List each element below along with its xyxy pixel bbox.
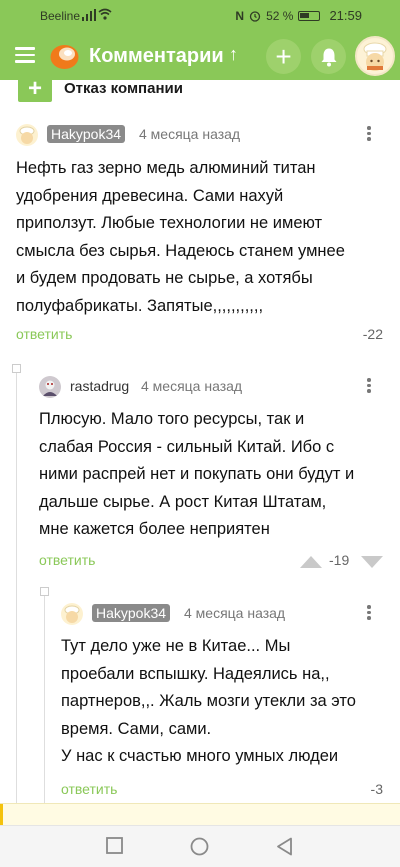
avatar[interactable] bbox=[61, 603, 83, 625]
battery-icon bbox=[298, 10, 321, 21]
comment-author[interactable]: Hakypok34 bbox=[92, 604, 171, 622]
thread-line bbox=[44, 596, 45, 825]
comment-line: партнеров,,. Жаль мозги утекли за это bbox=[61, 692, 356, 710]
avatar[interactable] bbox=[16, 124, 38, 146]
comment-line: ними распрей нет и покупать они будут и bbox=[39, 465, 355, 483]
clock: 21:59 bbox=[329, 8, 362, 23]
reply-button[interactable]: ответить bbox=[16, 326, 72, 342]
comment-line: дальше сырье. А рост Китая Штатам, bbox=[39, 492, 327, 511]
app-bar: Комментарии ↑ + bbox=[0, 32, 400, 80]
menu-icon[interactable] bbox=[15, 47, 35, 63]
collapse-thread-button[interactable] bbox=[40, 587, 49, 596]
comment-time: 4 месяца назад bbox=[139, 126, 241, 142]
comment-line: приползут. Любые технологии не имеют bbox=[16, 214, 323, 232]
back-icon[interactable] bbox=[276, 837, 293, 856]
comment-text: Тут дело уже не в Китае... Мы проебали в… bbox=[61, 633, 356, 771]
comment: Hakypok34 4 месяца назад Нефть газ зерно… bbox=[16, 124, 386, 350]
comment-line: Плюсую. Мало того ресурсы, так и bbox=[39, 410, 305, 428]
collapse-thread-button[interactable] bbox=[12, 364, 21, 373]
wifi-icon bbox=[98, 8, 112, 20]
chef-avatar-icon bbox=[363, 42, 387, 71]
comments-list: + Отказ компании Hakypok34 4 месяца наза… bbox=[0, 80, 400, 825]
comment-text: Плюсую. Мало того ресурсы, так и слабая … bbox=[39, 406, 354, 544]
comment-text: Нефть газ зерно медь алюминий титан удоб… bbox=[16, 155, 345, 320]
pikabu-logo-icon[interactable] bbox=[49, 43, 80, 70]
battery-percent: 52 % bbox=[266, 8, 294, 23]
comment-line: мне кажется более неприятен bbox=[39, 520, 270, 538]
comment-time: 4 месяца назад bbox=[141, 378, 243, 394]
bell-icon bbox=[321, 48, 336, 66]
page-title: Комментарии bbox=[89, 45, 224, 67]
kebab-icon[interactable] bbox=[364, 603, 374, 623]
kebab-icon[interactable] bbox=[364, 124, 374, 144]
comment-score: -3 bbox=[370, 781, 383, 797]
comment-line: Тут дело уже не в Китае... Мы bbox=[61, 637, 291, 655]
upvote-icon[interactable] bbox=[300, 556, 322, 568]
comment-line: Нефть газ зерно медь алюминий титан bbox=[16, 159, 316, 177]
home-icon[interactable] bbox=[190, 837, 209, 856]
nfc-icon: N bbox=[235, 8, 245, 23]
status-right: N 52 % 21:59 bbox=[235, 8, 362, 23]
comment-line: смысла без сырья. Надеюсь станем умнее bbox=[16, 241, 345, 260]
comment-header: rastadrug 4 месяца назад bbox=[39, 376, 386, 400]
comment-author[interactable]: rastadrug bbox=[70, 378, 129, 394]
downvote-icon[interactable] bbox=[361, 556, 383, 568]
recents-icon[interactable] bbox=[106, 837, 123, 854]
thread-line bbox=[16, 373, 17, 825]
avatar[interactable] bbox=[39, 376, 61, 398]
comment: rastadrug 4 месяца назад Плюсую. Мало то… bbox=[39, 376, 386, 576]
comment: Hakypok34 4 месяца назад Тут дело уже не… bbox=[61, 603, 386, 799]
comment-header: Hakypok34 4 месяца назад bbox=[16, 124, 386, 148]
comment-line: проебали вспышку. Надеялись на,, bbox=[61, 664, 330, 683]
parent-post-row: + Отказ компании bbox=[18, 80, 378, 106]
system-nav-bar bbox=[0, 825, 400, 867]
comment-score: -22 bbox=[362, 326, 383, 342]
comment-author[interactable]: Hakypok34 bbox=[47, 125, 126, 143]
comment-score: -19 bbox=[329, 552, 350, 568]
comment-line: полуфабрикаты. Запятые,,,,,,,,,,, bbox=[16, 296, 264, 315]
expand-parent-button[interactable]: + bbox=[18, 80, 52, 102]
comment-line: и будем продовать не сырье, а хотябы bbox=[16, 269, 313, 287]
comment-header: Hakypok34 4 месяца назад bbox=[61, 603, 386, 627]
signal-icon bbox=[82, 9, 96, 21]
status-bar: Beeline N 52 % 21:59 bbox=[0, 0, 400, 32]
comment-line: У нас к счастью много умных людеи bbox=[61, 747, 339, 765]
draft-marker bbox=[0, 804, 3, 826]
reply-button[interactable]: ответить bbox=[39, 552, 95, 568]
comment-line: слабая Россия - сильный Китай. Ибо с bbox=[39, 437, 335, 456]
parent-post-title[interactable]: Отказ компании bbox=[64, 80, 183, 97]
sort-arrow-icon[interactable]: ↑ bbox=[229, 44, 238, 65]
notifications-button[interactable] bbox=[311, 39, 346, 74]
draft-comment-strip[interactable] bbox=[0, 803, 400, 826]
add-post-button[interactable]: + bbox=[266, 39, 301, 74]
kebab-icon[interactable] bbox=[364, 376, 374, 396]
user-avatar[interactable] bbox=[355, 36, 395, 76]
comment-time: 4 месяца назад bbox=[184, 605, 286, 621]
carrier-name: Beeline bbox=[40, 9, 81, 23]
comment-line: время. Сами, сами. bbox=[61, 719, 212, 738]
alarm-icon bbox=[249, 10, 261, 22]
reply-button[interactable]: ответить bbox=[61, 781, 117, 797]
comment-line: удобрения древесина. Сами нахуй bbox=[16, 186, 284, 205]
